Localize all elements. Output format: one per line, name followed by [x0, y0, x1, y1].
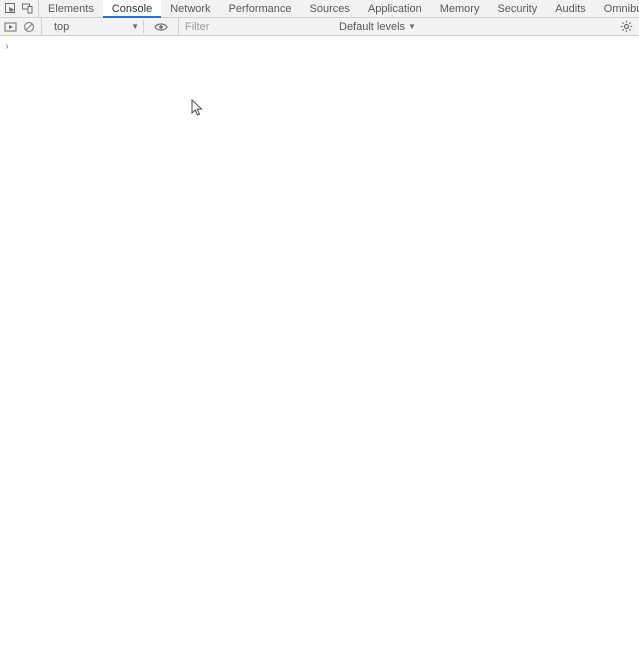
clear-console-icon[interactable]	[23, 21, 35, 33]
console-settings-icon[interactable]	[618, 20, 635, 33]
tab-network[interactable]: Network	[161, 0, 219, 17]
tab-performance[interactable]: Performance	[220, 0, 301, 17]
tab-elements[interactable]: Elements	[39, 0, 103, 17]
devtools-tabbar: Elements Console Network Performance Sou…	[0, 0, 639, 18]
tab-memory[interactable]: Memory	[431, 0, 489, 17]
console-body[interactable]: ›	[0, 36, 639, 649]
device-toolbar-icon[interactable]	[21, 2, 34, 15]
context-value: top	[54, 21, 69, 33]
tab-application[interactable]: Application	[359, 0, 431, 17]
toggle-sidebar-icon[interactable]	[4, 21, 17, 33]
chevron-down-icon: ▼	[131, 23, 139, 31]
tab-audits[interactable]: Audits	[546, 0, 595, 17]
live-expression-icon[interactable]	[150, 22, 172, 32]
console-prompt: ›	[4, 42, 10, 53]
mouse-cursor-icon	[191, 99, 203, 117]
filter-wrap	[178, 18, 325, 35]
tab-omnibug[interactable]: Omnibug	[595, 0, 639, 17]
inspect-controls	[2, 0, 39, 17]
panel-tabs: Elements Console Network Performance Sou…	[39, 0, 639, 17]
console-left-controls	[4, 18, 42, 35]
inspect-element-icon[interactable]	[4, 2, 17, 15]
levels-label: Default levels	[339, 21, 405, 33]
log-levels-select[interactable]: Default levels ▼	[331, 21, 416, 33]
chevron-down-icon: ▼	[408, 22, 416, 31]
filter-input[interactable]	[185, 21, 325, 33]
console-toolbar: top ▼ Default levels ▼	[0, 18, 639, 36]
execution-context-select[interactable]: top ▼	[48, 20, 144, 34]
tab-security[interactable]: Security	[488, 0, 546, 17]
tab-sources[interactable]: Sources	[301, 0, 359, 17]
tab-console[interactable]: Console	[103, 0, 161, 18]
